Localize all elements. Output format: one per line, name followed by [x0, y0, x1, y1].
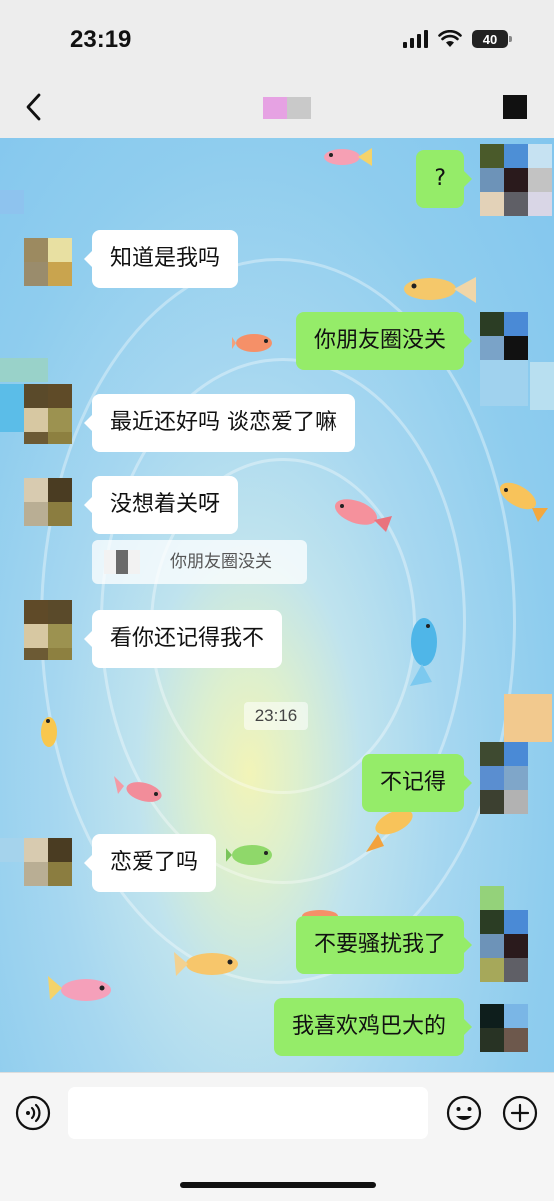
- pixelated-region: [0, 190, 24, 214]
- fish-decoration: [48, 976, 111, 1001]
- pixelated-region: [480, 358, 528, 406]
- fish-decoration: [324, 148, 372, 166]
- voice-icon[interactable]: [15, 1095, 51, 1131]
- message-bubble-incoming[interactable]: 没想着关呀: [83, 476, 239, 534]
- fish-decoration: [334, 499, 392, 532]
- fish-decoration: [41, 717, 57, 747]
- contact-avatar[interactable]: [24, 838, 72, 886]
- message-bubble-incoming[interactable]: 恋爱了吗: [83, 834, 217, 892]
- contact-avatar[interactable]: [24, 478, 72, 526]
- contact-avatar[interactable]: [24, 238, 72, 286]
- more-icon[interactable]: [503, 95, 527, 119]
- fish-decoration: [174, 952, 238, 976]
- quoted-message[interactable]: 你朋友圈没关: [92, 540, 307, 584]
- fish-decoration: [410, 618, 437, 686]
- emoji-icon[interactable]: [446, 1095, 482, 1131]
- status-time: 23:19: [70, 26, 132, 53]
- message-bubble-incoming[interactable]: 最近还好吗 谈恋爱了嘛: [84, 394, 355, 452]
- contact-avatar-lower: [24, 648, 72, 672]
- fish-decoration: [404, 277, 476, 303]
- my-avatar[interactable]: [480, 742, 528, 814]
- time-divider: 23:16: [244, 702, 308, 730]
- quote-thumbnail: [104, 550, 140, 574]
- fish-decoration: [114, 776, 162, 802]
- contact-avatar[interactable]: [24, 600, 72, 648]
- plus-icon[interactable]: [502, 1095, 538, 1131]
- message-bubble-incoming[interactable]: 看你还记得我不: [83, 610, 283, 668]
- my-avatar[interactable]: [480, 312, 528, 360]
- quoted-text: 你朋友圈没关: [170, 552, 272, 572]
- my-avatar[interactable]: [480, 910, 528, 982]
- battery-indicator: 40: [472, 30, 512, 48]
- pixelated-region: [530, 362, 554, 410]
- message-bubble-outgoing[interactable]: ?: [416, 150, 472, 208]
- wifi-icon: [438, 30, 462, 47]
- contact-avatar-lower: [24, 432, 72, 456]
- signal-icon: [403, 30, 428, 48]
- pixelated-region: [480, 886, 504, 910]
- fish-decoration: [226, 845, 272, 865]
- message-input[interactable]: [68, 1087, 428, 1139]
- fish-decoration: [499, 482, 548, 522]
- message-bubble-outgoing[interactable]: 不记得: [361, 754, 473, 812]
- status-bar: 23:19 40: [0, 0, 554, 80]
- contact-avatar[interactable]: [24, 384, 72, 432]
- chat-area[interactable]: ? 知道是我吗 你朋友圈没关 最近还好吗 谈恋爱了嘛 没想着关呀 你朋友圈没关 …: [0, 138, 554, 1072]
- message-bubble-outgoing[interactable]: 我喜欢鸡巴大的: [273, 998, 473, 1056]
- pixelated-region: [0, 384, 24, 432]
- my-avatar[interactable]: [480, 144, 552, 216]
- fish-decoration: [232, 334, 272, 352]
- status-icons: 40: [403, 30, 512, 48]
- message-bubble-outgoing[interactable]: 你朋友圈没关: [295, 312, 473, 370]
- my-avatar[interactable]: [480, 1004, 528, 1052]
- back-arrow-icon[interactable]: [22, 92, 46, 122]
- message-bubble-outgoing[interactable]: 不要骚扰我了: [295, 916, 473, 974]
- pixelated-region: [504, 694, 552, 742]
- nav-bar: [0, 80, 554, 138]
- pixelated-region: [0, 358, 48, 382]
- message-bubble-incoming[interactable]: 知道是我吗: [83, 230, 239, 288]
- chat-title-pixelated: [263, 97, 311, 119]
- home-indicator: [180, 1182, 376, 1188]
